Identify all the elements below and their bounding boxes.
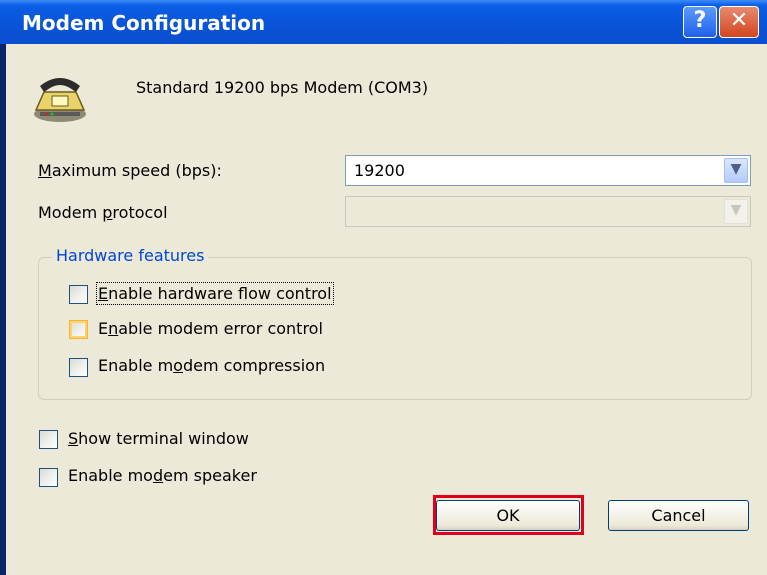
modem-compression-pre: Enable m — [98, 356, 174, 375]
modem-error-control-pre: E — [98, 319, 109, 338]
enable-modem-speaker-pre: Enable mo — [68, 466, 153, 485]
modem-protocol-accel: p — [102, 203, 113, 222]
modem-configuration-window: Modem Configuration ? ✕ Standard 19200 b… — [0, 0, 767, 575]
show-terminal-window-label[interactable]: Show terminal window — [68, 429, 249, 448]
window-title: Modem Configuration — [22, 11, 266, 35]
modem-compression-post: dem compression — [182, 356, 326, 375]
title-bar[interactable]: Modem Configuration ? ✕ — [0, 0, 767, 44]
enable-modem-speaker-accel: d — [152, 466, 164, 485]
close-button[interactable]: ✕ — [719, 6, 759, 38]
modem-error-control-post: able modem error control — [118, 319, 323, 338]
maximum-speed-value: 19200 — [354, 161, 405, 180]
modem-compression-checkbox[interactable] — [69, 358, 88, 377]
enable-modem-speaker-label[interactable]: Enable modem speaker — [68, 466, 257, 485]
telephone-modem-icon — [34, 78, 86, 122]
ok-button[interactable]: OK — [436, 500, 580, 531]
hardware-flow-control-accel: E — [98, 284, 109, 303]
maximum-speed-accel: M — [38, 161, 52, 180]
hardware-features-title: Hardware features — [52, 246, 209, 265]
dialog-body: Standard 19200 bps Modem (COM3) Maximum … — [6, 44, 767, 575]
hardware-flow-control-text: nable hardware flow control — [108, 284, 332, 303]
help-button[interactable]: ? — [683, 6, 717, 38]
modem-compression-accel: o — [173, 356, 183, 375]
maximum-speed-dropdown-button[interactable]: ▼ — [724, 158, 748, 183]
modem-protocol-dropdown-button: ▼ — [724, 199, 748, 224]
hardware-flow-control-checkbox[interactable] — [69, 285, 88, 304]
help-icon: ? — [693, 8, 707, 33]
show-terminal-window-text: how terminal window — [78, 429, 249, 448]
cancel-button[interactable]: Cancel — [608, 500, 749, 531]
modem-protocol-label: Modem protocol — [38, 203, 168, 222]
hardware-flow-control-label[interactable]: Enable hardware flow control — [96, 282, 334, 305]
maximum-speed-label: Maximum speed (bps): — [38, 161, 222, 180]
close-icon: ✕ — [729, 8, 749, 33]
modem-error-control-accel: n — [108, 319, 119, 338]
enable-modem-speaker-checkbox[interactable] — [39, 468, 58, 487]
modem-protocol-label-pre: Modem — [38, 203, 103, 222]
modem-error-control-checkbox[interactable] — [69, 320, 88, 339]
chevron-down-icon: ▼ — [730, 202, 742, 218]
maximum-speed-label-text: aximum speed (bps): — [51, 161, 222, 180]
modem-protocol-label-post: rotocol — [112, 203, 168, 222]
modem-compression-label[interactable]: Enable modem compression — [98, 356, 325, 375]
maximum-speed-select[interactable]: 19200 ▼ — [345, 155, 751, 186]
modem-error-control-label[interactable]: Enable modem error control — [98, 319, 323, 338]
show-terminal-window-accel: S — [68, 429, 79, 448]
modem-protocol-select: ▼ — [345, 196, 751, 227]
show-terminal-window-checkbox[interactable] — [39, 430, 58, 449]
chevron-down-icon: ▼ — [730, 161, 742, 177]
modem-name: Standard 19200 bps Modem (COM3) — [136, 78, 429, 97]
enable-modem-speaker-post: em speaker — [163, 466, 257, 485]
